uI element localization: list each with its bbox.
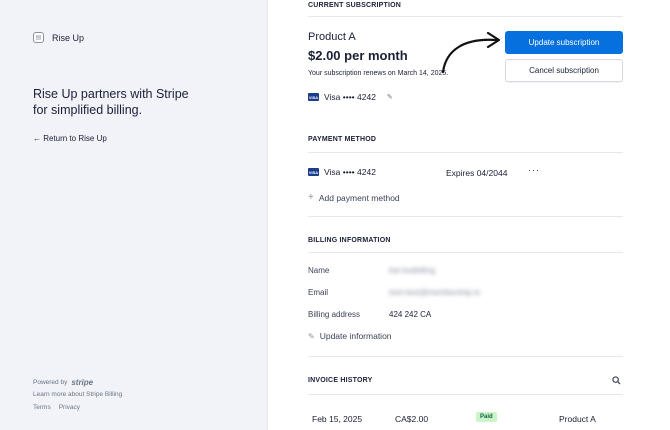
brand: ▤ Rise Up bbox=[33, 32, 84, 43]
sidebar-panel: ▤ Rise Up Rise Up partners with Stripe f… bbox=[0, 0, 268, 430]
terms-link[interactable]: Terms bbox=[33, 404, 51, 411]
divider bbox=[308, 152, 623, 153]
stripe-logo[interactable]: stripe bbox=[71, 378, 93, 387]
subscription-card-text: Visa •••• 4242 bbox=[324, 92, 376, 102]
main-panel: CURRENT SUBSCRIPTION Product A $2.00 per… bbox=[268, 0, 670, 430]
powered-by: Powered by stripe bbox=[33, 378, 93, 387]
invoice-product: Product A bbox=[559, 414, 596, 424]
more-options-button[interactable]: ··· bbox=[528, 165, 540, 175]
update-information-link[interactable]: ✎ Update information bbox=[308, 331, 392, 341]
address-value: 424 242 CA bbox=[389, 310, 432, 319]
divider bbox=[308, 216, 623, 217]
invoice-section-title: INVOICE HISTORY bbox=[308, 377, 373, 384]
update-information-label: Update information bbox=[319, 331, 392, 341]
brand-name: Rise Up bbox=[52, 32, 85, 43]
divider bbox=[308, 252, 623, 253]
email-value: test+test@membership.io bbox=[389, 288, 481, 297]
address-label: Billing address bbox=[308, 310, 361, 319]
tagline: Rise Up partners with Stripe for simplif… bbox=[33, 87, 189, 117]
invoice-date: Feb 15, 2025 bbox=[312, 414, 363, 424]
cancel-subscription-button[interactable]: Cancel subscription bbox=[505, 59, 623, 82]
billing-section-title: BILLING INFORMATION bbox=[308, 237, 391, 244]
card-expiry: Expires 04/2044 bbox=[446, 168, 508, 178]
divider bbox=[308, 356, 623, 357]
email-label: Email bbox=[308, 288, 329, 297]
status-badge: Paid bbox=[476, 412, 497, 422]
powered-by-label: Powered by bbox=[33, 379, 68, 386]
divider bbox=[308, 16, 623, 17]
divider bbox=[308, 394, 623, 395]
payment-card: VISA Visa •••• 4242 bbox=[308, 167, 376, 177]
payment-section-title: PAYMENT METHOD bbox=[308, 136, 377, 143]
brand-logo-icon: ▤ bbox=[33, 32, 44, 43]
subscription-price: $2.00 per month bbox=[308, 48, 408, 63]
visa-card-icon: VISA bbox=[308, 93, 319, 101]
edit-icon[interactable]: ✎ bbox=[387, 93, 393, 101]
renewal-text: Your subscription renews on March 14, 20… bbox=[308, 70, 449, 77]
edit-icon: ✎ bbox=[308, 331, 315, 341]
add-payment-method-label: Add payment method bbox=[318, 192, 400, 203]
privacy-link[interactable]: Privacy bbox=[59, 404, 80, 411]
subscription-card: VISA Visa •••• 4242 ✎ bbox=[308, 92, 393, 102]
product-name: Product A bbox=[308, 31, 356, 43]
add-payment-method-link[interactable]: + Add payment method bbox=[308, 192, 400, 203]
invoice-amount: CA$2.00 bbox=[395, 414, 429, 424]
subscription-section-title: CURRENT SUBSCRIPTION bbox=[308, 2, 402, 9]
name-label: Name bbox=[308, 266, 330, 275]
footer-links: Terms Privacy bbox=[33, 404, 80, 411]
search-icon[interactable] bbox=[612, 376, 621, 387]
return-link[interactable]: ← Return to Rise Up bbox=[33, 134, 107, 143]
update-subscription-button[interactable]: Update subscription bbox=[505, 31, 623, 54]
learn-more-link[interactable]: Learn more about Stripe Billing bbox=[33, 391, 122, 398]
name-value: kat testbilling bbox=[389, 266, 436, 275]
payment-card-text: Visa •••• 4242 bbox=[324, 167, 376, 177]
plus-icon: + bbox=[308, 192, 314, 203]
visa-card-icon: VISA bbox=[308, 168, 319, 176]
arrow-annotation-icon bbox=[441, 31, 501, 74]
